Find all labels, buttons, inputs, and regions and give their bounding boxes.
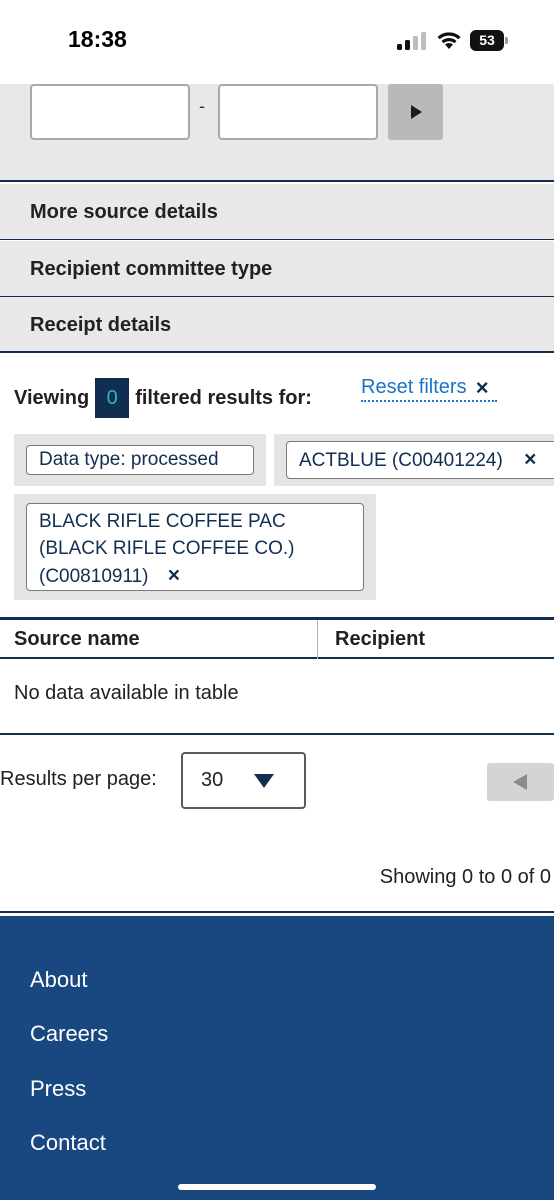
- footer-link-about[interactable]: About: [30, 967, 88, 993]
- play-right-icon: [410, 105, 422, 119]
- results-count-badge: 0: [95, 378, 130, 418]
- results-summary: Viewing 0 filtered results for:: [14, 378, 312, 418]
- remove-filter-icon[interactable]: ×: [168, 564, 180, 587]
- results-per-page-value: 30: [201, 769, 224, 791]
- caret-left-icon: [513, 774, 527, 790]
- table-empty-message: No data available in table: [14, 682, 239, 704]
- previous-page-button[interactable]: [487, 763, 554, 801]
- cellular-signal-icon: [397, 32, 427, 50]
- date-separator: -: [199, 96, 205, 116]
- close-icon: ×: [475, 375, 489, 400]
- date-range-panel: -: [0, 84, 554, 182]
- home-indicator[interactable]: [178, 1184, 376, 1190]
- battery-icon: 53: [470, 30, 508, 51]
- filter-tag-label-line2: (BLACK RIFLE COFFEE CO.): [39, 538, 295, 559]
- results-per-page-select[interactable]: 30: [181, 752, 306, 809]
- filter-tag-label-line1: BLACK RIFLE COFFEE PAC: [39, 511, 286, 532]
- filter-tag-label-line3: (C00810911): [39, 566, 149, 587]
- footer-link-contact[interactable]: Contact: [30, 1130, 106, 1156]
- filter-tag-container: BLACK RIFLE COFFEE PAC (BLACK RIFLE COFF…: [14, 494, 376, 600]
- status-bar: 18:38 53: [0, 0, 554, 84]
- filter-tag-container: ACTBLUE (C00401224) ×: [274, 434, 554, 486]
- results-per-page-label: Results per page:: [0, 768, 157, 790]
- column-header-source-name[interactable]: Source name: [14, 620, 140, 659]
- filter-tag-data-type: Data type: processed: [26, 445, 254, 475]
- filter-tag-label: ACTBLUE (C00401224): [299, 450, 503, 471]
- accordion-receipt-details[interactable]: Receipt details: [0, 297, 554, 353]
- footer-link-press[interactable]: Press: [30, 1076, 86, 1102]
- reset-filters-label: Reset filters: [361, 376, 467, 398]
- column-divider: [317, 620, 318, 659]
- table-header: Source name Recipient: [0, 617, 554, 659]
- apply-date-button[interactable]: [388, 84, 443, 140]
- column-header-recipient[interactable]: Recipient: [335, 620, 425, 659]
- footer-link-careers[interactable]: Careers: [30, 1021, 108, 1047]
- showing-range-text: Showing 0 to 0 of 0: [379, 866, 551, 888]
- status-time: 18:38: [68, 26, 127, 52]
- wifi-icon: [437, 32, 461, 49]
- filter-tag-actblue: ACTBLUE (C00401224) ×: [286, 441, 554, 479]
- date-from-input[interactable]: [30, 84, 190, 140]
- caret-down-icon: [254, 774, 274, 788]
- date-to-input[interactable]: [218, 84, 378, 140]
- battery-level: 53: [470, 30, 504, 51]
- accordion-recipient-committee-type[interactable]: Recipient committee type: [0, 241, 554, 297]
- viewing-label: Viewing: [14, 386, 90, 409]
- filter-tag-container: Data type: processed: [14, 434, 266, 486]
- remove-filter-icon[interactable]: ×: [524, 448, 536, 471]
- filtered-results-label: filtered results for:: [135, 386, 312, 409]
- filter-tag-label: Data type: processed: [39, 449, 219, 470]
- filter-tag-black-rifle: BLACK RIFLE COFFEE PAC (BLACK RIFLE COFF…: [26, 503, 364, 591]
- reset-filters-link[interactable]: Reset filters ×: [361, 375, 497, 402]
- site-footer: About Careers Press Contact: [0, 913, 554, 1200]
- accordion-more-source-details[interactable]: More source details: [0, 184, 554, 240]
- table-bottom-rule: [0, 733, 554, 735]
